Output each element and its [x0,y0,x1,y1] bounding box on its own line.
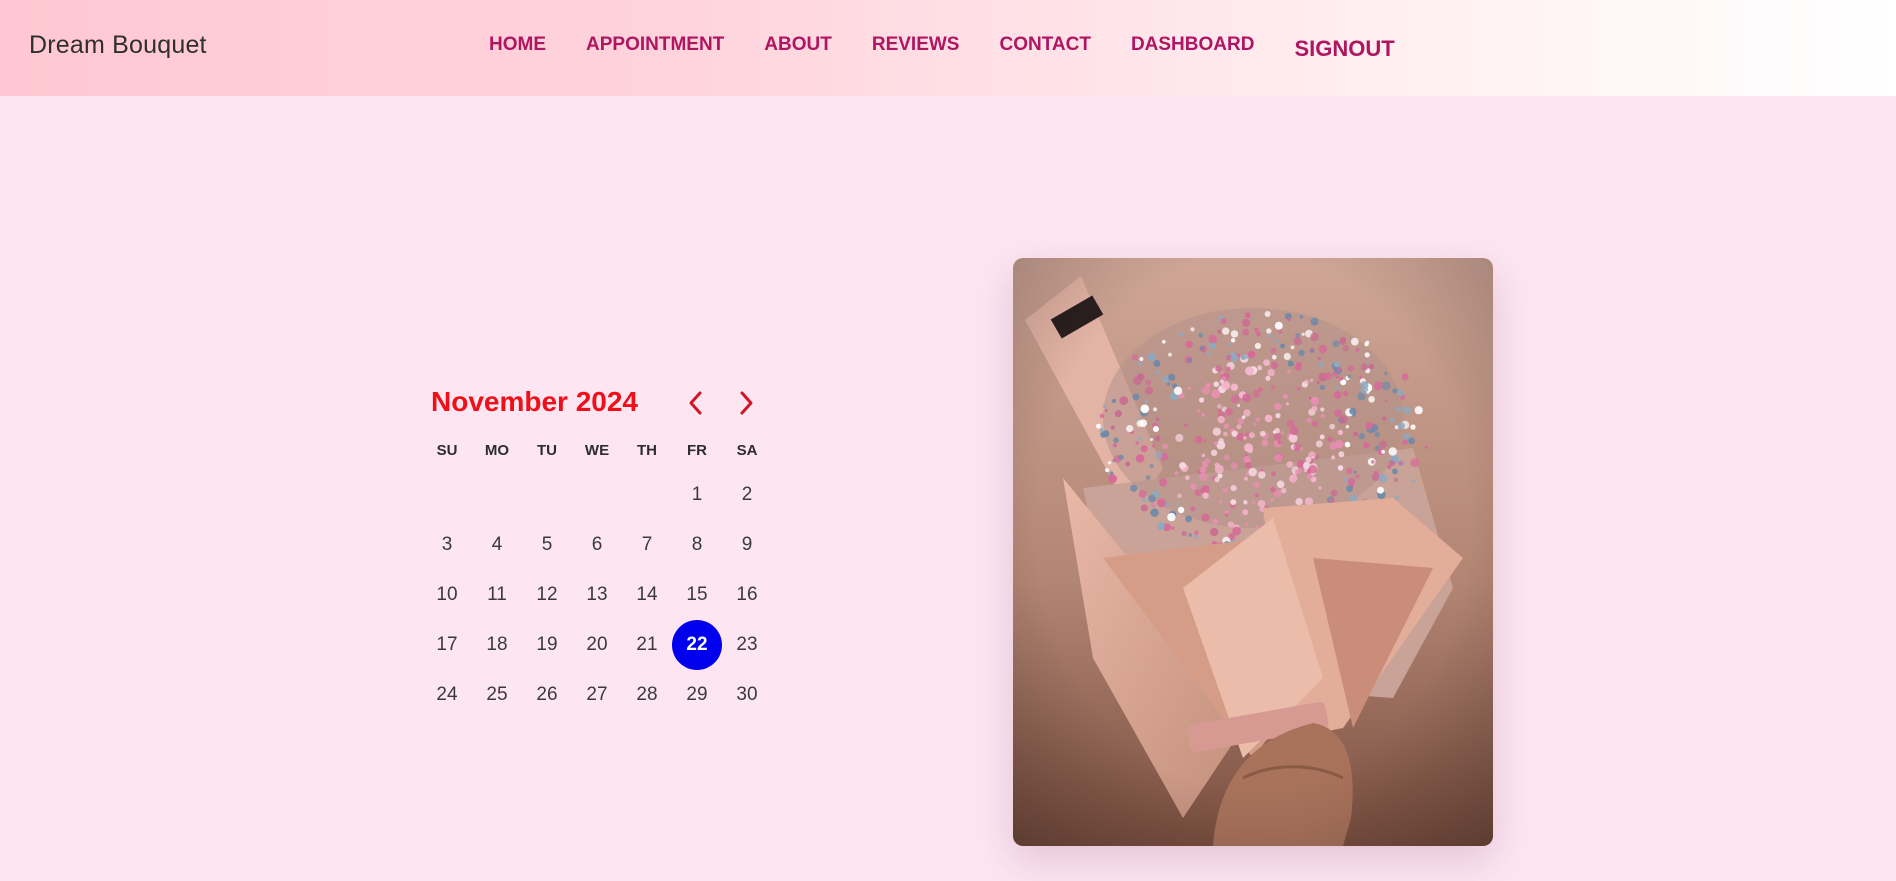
calendar-day[interactable]: 8 [672,520,722,570]
calendar-header: November 2024 [422,382,772,426]
weekday-header-tu: TU [537,442,557,459]
nav-home-link[interactable]: HOME [489,34,546,62]
calendar-day[interactable]: 28 [622,670,672,720]
calendar-prev-month-button[interactable] [681,388,711,418]
weekday-header-th: TH [637,442,657,459]
nav-about-link[interactable]: ABOUT [764,34,832,62]
calendar-day[interactable]: 9 [722,520,772,570]
calendar-day[interactable]: 16 [722,570,772,620]
calendar-day[interactable]: 27 [572,670,622,720]
weekday-header-we: WE [584,442,610,459]
nav-links: HOME APPOINTMENT ABOUT REVIEWS CONTACT D… [489,34,1435,62]
calendar-day[interactable]: 24 [422,670,472,720]
calendar-day[interactable]: 26 [522,670,572,720]
nav-signout-link[interactable]: SIGNOUT [1294,36,1394,62]
calendar-day[interactable]: 30 [722,670,772,720]
brand-logo-text[interactable]: Dream Bouquet [29,31,207,60]
bouquet-photo [1013,258,1493,846]
calendar-day[interactable]: 1 [672,470,722,520]
weekday-header-sa: SA [736,442,758,459]
nav-reviews-link[interactable]: REVIEWS [872,34,960,62]
calendar-day[interactable]: 14 [622,570,672,620]
calendar-day[interactable]: 4 [472,520,522,570]
navbar: Dream Bouquet HOME APPOINTMENT ABOUT REV… [0,0,1896,96]
weekday-header-su: SU [436,442,458,459]
calendar-day[interactable]: 29 [672,670,722,720]
calendar-next-month-button[interactable] [731,388,761,418]
calendar-day[interactable]: 10 [422,570,472,620]
calendar-day[interactable]: 21 [622,620,672,670]
calendar-day[interactable]: 20 [572,620,622,670]
weekday-header-fr: FR [687,442,707,459]
calendar-day[interactable]: 17 [422,620,472,670]
calendar-month-title: November 2024 [431,386,639,417]
bouquet-image [1013,258,1493,846]
calendar-day[interactable]: 18 [472,620,522,670]
chevron-right-icon [740,391,753,415]
calendar-day[interactable]: 7 [622,520,672,570]
nav-dashboard-link[interactable]: DASHBOARD [1131,34,1255,62]
nav-contact-link[interactable]: CONTACT [999,34,1090,62]
calendar-day[interactable]: 23 [722,620,772,670]
calendar-day[interactable]: 25 [472,670,522,720]
calendar-day[interactable]: 5 [522,520,572,570]
calendar-day-selected[interactable]: 22 [672,620,722,670]
calendar-day[interactable]: 13 [572,570,622,620]
calendar-day[interactable]: 15 [672,570,722,620]
calendar-day[interactable]: 3 [422,520,472,570]
calendar-day[interactable]: 11 [472,570,522,620]
calendar-day[interactable]: 19 [522,620,572,670]
chevron-left-icon [689,391,702,415]
nav-appointment-link[interactable]: APPOINTMENT [586,34,724,62]
weekday-header-mo: MO [484,442,510,459]
calendar-day[interactable]: 6 [572,520,622,570]
calendar-widget: November 2024 SU MO TU WE TH FR SA 1 2 3 4 5 6 7 8 9 10 1… [422,382,772,705]
calendar-day[interactable]: 2 [722,470,772,520]
calendar-day[interactable]: 12 [522,570,572,620]
